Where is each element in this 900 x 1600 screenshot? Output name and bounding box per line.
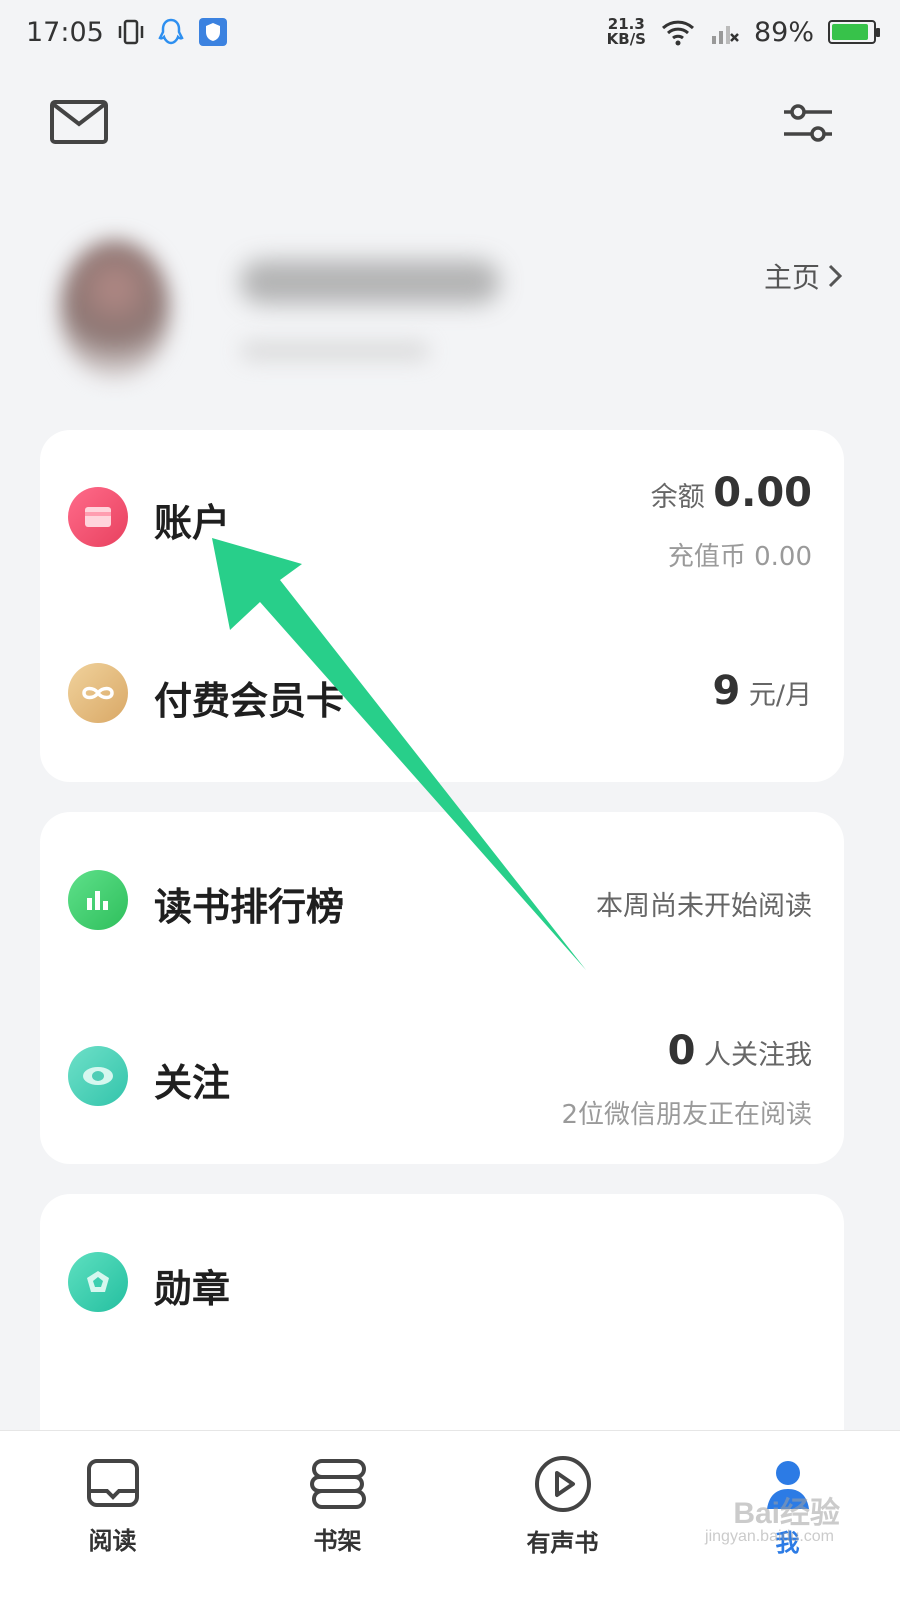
eye-icon: [68, 1046, 128, 1106]
wifi-icon: [660, 18, 696, 46]
homepage-link[interactable]: 主页: [764, 256, 842, 296]
account-row[interactable]: 账户 余额 0.00 充值币 0.00: [40, 430, 844, 606]
settings-sliders-icon[interactable]: [782, 100, 834, 150]
membership-price-value: 9: [712, 668, 741, 714]
balance-label: 余额: [650, 482, 705, 513]
tab-read[interactable]: 阅读: [23, 1431, 203, 1600]
user-subtitle-blurred: [240, 340, 430, 362]
tab-bookshelf[interactable]: 书架: [248, 1431, 428, 1600]
wallet-icon: [68, 487, 128, 547]
username-blurred: [240, 260, 500, 304]
status-time: 17:05: [26, 16, 104, 48]
battery-percent: 89%: [753, 16, 814, 48]
balance-value: 0.00: [713, 470, 812, 516]
followers-text: 人关注我: [704, 1040, 812, 1071]
status-bar: 17:05 21.3 KB/S 89%: [0, 0, 900, 64]
tab-bookshelf-label: 书架: [313, 1527, 362, 1555]
badge-label: 勋章: [154, 1267, 231, 1311]
mail-icon[interactable]: [50, 100, 108, 148]
signal-off-icon: [710, 18, 740, 46]
shield-icon: [198, 17, 228, 47]
ranking-status: 本周尚未开始阅读: [596, 891, 812, 922]
ranking-label: 读书排行榜: [154, 885, 345, 929]
vibrate-icon: [118, 18, 144, 46]
play-circle-icon: [534, 1456, 591, 1512]
account-card: 账户 余额 0.00 充值币 0.00 付费会员卡 9 元/月: [40, 430, 844, 782]
followers-count: 0: [667, 1028, 696, 1074]
tab-audiobook-label: 有声书: [526, 1529, 599, 1557]
badge-row[interactable]: 勋章: [40, 1194, 844, 1370]
membership-price-unit: 元/月: [748, 680, 812, 711]
status-left: 17:05: [26, 17, 228, 48]
network-speed: 21.3 KB/S: [607, 17, 646, 47]
social-card: 读书排行榜 本周尚未开始阅读 关注 0 人关注我 2位微信朋友正在阅读: [40, 812, 844, 1164]
bookshelf-icon: [309, 1459, 366, 1509]
membership-price: 9 元/月: [712, 668, 812, 714]
speed-unit: KB/S: [606, 30, 646, 48]
ranking-row[interactable]: 读书排行榜 本周尚未开始阅读: [40, 812, 844, 988]
status-right: 21.3 KB/S 89%: [607, 16, 880, 48]
profile-section[interactable]: 主页: [60, 230, 860, 400]
follow-label: 关注: [154, 1061, 231, 1105]
qq-icon: [158, 18, 184, 46]
battery-level: [832, 24, 868, 40]
membership-label: 付费会员卡: [154, 679, 345, 723]
watermark-url: jingyan.baidu.com: [705, 1528, 834, 1545]
friends-reading: 2位微信朋友正在阅读: [561, 1100, 812, 1130]
followers: 0 人关注我: [668, 1028, 812, 1074]
book-open-icon: [86, 1459, 139, 1507]
homepage-label: 主页: [763, 261, 820, 294]
coins-balance: 充值币 0.00: [667, 542, 812, 572]
battery-icon: [828, 20, 880, 44]
bar-chart-icon: [68, 870, 128, 930]
avatar[interactable]: [60, 240, 170, 380]
membership-row[interactable]: 付费会员卡 9 元/月: [40, 606, 844, 782]
medal-icon: [68, 1252, 128, 1312]
tab-audiobook[interactable]: 有声书: [473, 1431, 653, 1600]
tab-read-label: 阅读: [88, 1527, 137, 1555]
account-label: 账户: [154, 501, 231, 545]
watermark-brand: Bai经验: [733, 1497, 840, 1530]
follow-row[interactable]: 关注 0 人关注我 2位微信朋友正在阅读: [40, 988, 844, 1164]
chevron-right-icon: [828, 264, 842, 288]
infinity-icon: [68, 663, 128, 723]
balance: 余额 0.00: [651, 470, 812, 516]
